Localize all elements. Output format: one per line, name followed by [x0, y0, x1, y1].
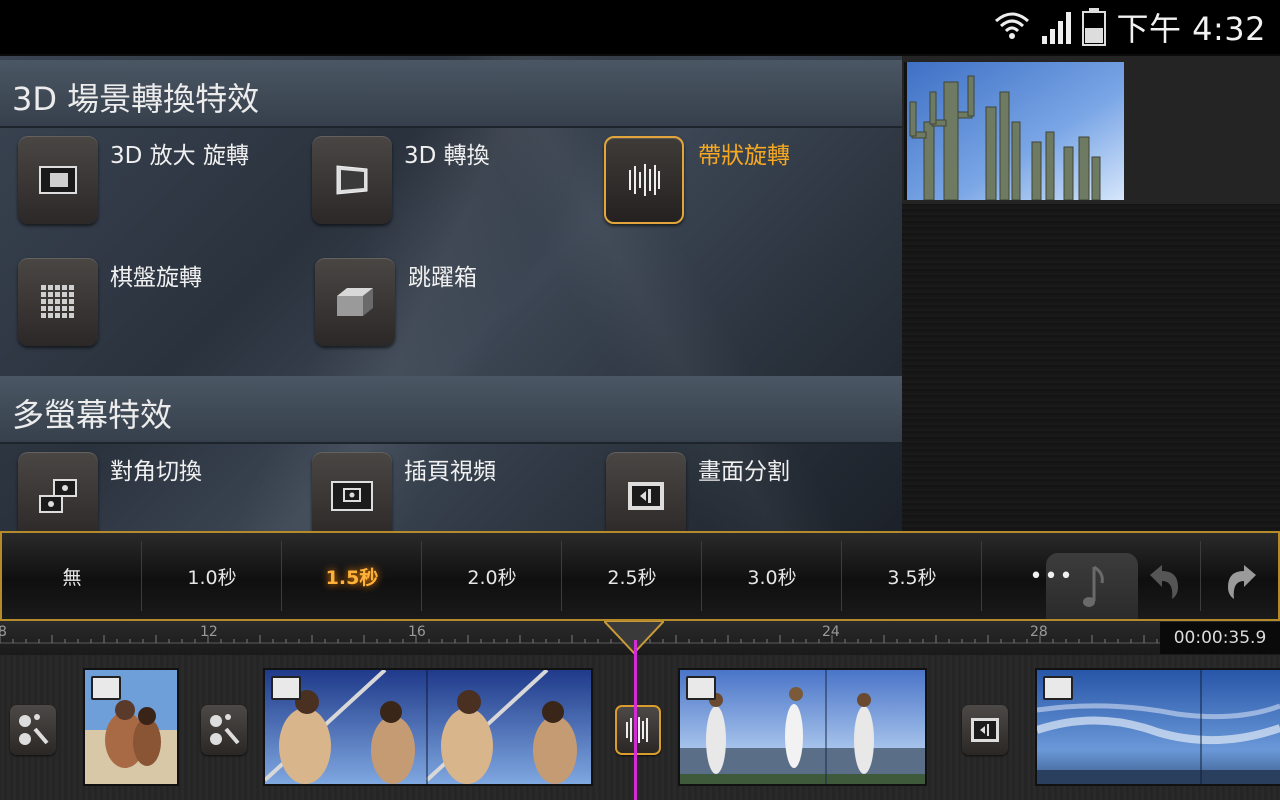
timeline[interactable]	[0, 655, 1280, 800]
signal-icon	[1042, 12, 1072, 44]
battery-icon	[1082, 8, 1107, 46]
magic-wand-icon	[210, 714, 240, 745]
ruler-ticks	[0, 635, 1160, 644]
status-bar: 下午 4:32	[0, 0, 1280, 54]
timeline-clip[interactable]	[265, 670, 591, 784]
wifi-icon	[995, 12, 1030, 39]
timeline-clip[interactable]	[680, 670, 925, 784]
duration-none[interactable]: 無	[2, 533, 142, 619]
split-screen-icon	[628, 482, 664, 510]
effect-label: 棋盤旋轉	[110, 265, 202, 291]
image-icon	[686, 676, 716, 700]
jump-box-icon	[337, 288, 373, 316]
duration-1-5[interactable]: 1.5秒	[282, 533, 422, 619]
section-title: 多螢幕特效	[12, 396, 173, 434]
strip-rotate-icon	[626, 717, 648, 743]
effect-strip-rotate-button[interactable]	[604, 136, 684, 224]
effect-split-screen-button[interactable]	[606, 452, 686, 532]
effect-jump-box-button[interactable]	[315, 258, 395, 346]
section-title: 3D 場景轉換特效	[12, 80, 260, 118]
divider	[981, 541, 982, 611]
effect-inset-video-button[interactable]	[312, 452, 392, 532]
tick-label: 12	[200, 624, 218, 640]
tick-label: 28	[1030, 624, 1048, 640]
preview-area	[902, 56, 1280, 532]
effect-label: 跳躍箱	[408, 265, 477, 291]
3d-switch-icon	[336, 165, 368, 195]
effect-diagonal-switch-button[interactable]	[18, 452, 98, 532]
transition-button[interactable]	[10, 705, 56, 755]
image-icon	[1043, 676, 1073, 700]
tick-label: 8	[0, 624, 7, 640]
duration-2-5[interactable]: 2.5秒	[562, 533, 702, 619]
effect-label: 對角切換	[110, 459, 202, 485]
effect-label: 畫面分割	[698, 459, 790, 485]
effect-label: 帶狀旋轉	[698, 143, 790, 169]
effect-3d-switch-button[interactable]	[312, 136, 392, 224]
status-icons: 下午 4:32	[994, 6, 1266, 48]
time-ruler[interactable]: 8 12 16 20 24 28	[0, 621, 1280, 655]
inset-video-icon	[331, 481, 373, 511]
transition-button-selected[interactable]	[615, 705, 661, 755]
section-header-3d: 3D 場景轉換特效	[0, 60, 902, 128]
strip-rotate-icon	[629, 164, 660, 196]
playhead-line[interactable]	[634, 640, 637, 800]
duration-2-0[interactable]: 2.0秒	[422, 533, 562, 619]
effect-checkerboard-button[interactable]	[18, 258, 98, 346]
tick-label: 24	[822, 624, 840, 640]
duration-1-0[interactable]: 1.0秒	[142, 533, 282, 619]
effect-label: 3D 轉換	[404, 143, 490, 169]
duration-3-0[interactable]: 3.0秒	[702, 533, 842, 619]
image-icon	[271, 676, 301, 700]
effect-3d-zoom-rotate-button[interactable]	[18, 136, 98, 224]
transition-button[interactable]	[962, 705, 1008, 755]
tick-label: 16	[408, 624, 426, 640]
effects-panel: 3D 場景轉換特效 3D 放大 旋轉 3D 轉換 帶狀旋轉 棋盤旋轉 跳躍箱 多…	[0, 56, 902, 532]
transition-button[interactable]	[201, 705, 247, 755]
diagonal-switch-icon	[39, 479, 77, 513]
checkerboard-icon	[41, 285, 74, 318]
undo-icon[interactable]	[1140, 559, 1184, 603]
magic-wand-icon	[19, 714, 49, 745]
timeline-clip[interactable]	[85, 670, 177, 784]
section-header-multiscreen: 多螢幕特效	[0, 376, 902, 444]
split-screen-icon	[971, 718, 999, 742]
effect-label: 插頁視頻	[404, 459, 496, 485]
zoom-rotate-icon	[39, 166, 77, 194]
status-time: 下午 4:32	[1116, 10, 1266, 48]
duration-3-5[interactable]: 3.5秒	[842, 533, 982, 619]
timeline-clip[interactable]	[1037, 670, 1280, 784]
redo-icon[interactable]	[1222, 559, 1266, 603]
effect-label: 3D 放大 旋轉	[110, 143, 249, 169]
time-readout: 00:00:35.9	[1160, 622, 1280, 654]
divider	[1200, 541, 1201, 611]
duration-bar: 無 1.0秒 1.5秒 2.0秒 2.5秒 3.0秒 3.5秒 •••	[0, 531, 1280, 621]
more-button[interactable]: •••	[1012, 533, 1092, 619]
image-icon	[91, 676, 121, 700]
preview-image[interactable]	[904, 62, 1124, 200]
